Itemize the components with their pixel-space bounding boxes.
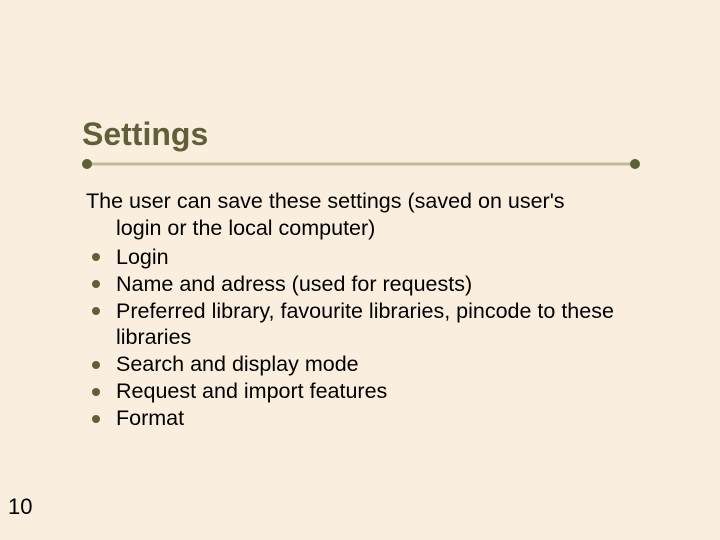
title-underline xyxy=(82,158,640,168)
list-item: Name and adress (used for requests) xyxy=(86,271,668,298)
list-item: Request and import features xyxy=(86,378,668,405)
slide-body: The user can save these settings (saved … xyxy=(86,188,668,432)
list-item: Search and display mode xyxy=(86,351,668,378)
list-item: Preferred library, favourite libraries, … xyxy=(86,298,668,352)
list-item: Format xyxy=(86,405,668,432)
intro-line1: The user can save these settings (saved … xyxy=(86,189,565,213)
bullet-list: Login Name and adress (used for requests… xyxy=(86,244,668,432)
slide-title: Settings xyxy=(82,116,208,153)
intro-text: The user can save these settings (saved … xyxy=(86,188,668,242)
intro-line2: login or the local computer) xyxy=(116,215,668,242)
list-item: Login xyxy=(86,244,668,271)
page-number: 10 xyxy=(8,494,32,520)
